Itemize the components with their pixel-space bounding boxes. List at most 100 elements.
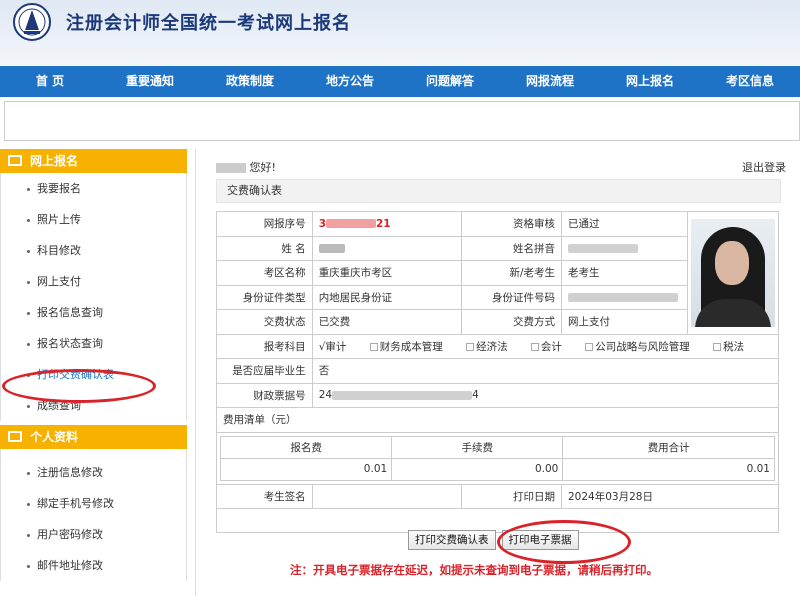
- subject-law: 经济法: [466, 341, 518, 353]
- sidebar-item-status-query[interactable]: 报名状态查询: [1, 328, 186, 359]
- site-header: 注册会计师全国统一考试网上报名: [0, 0, 800, 66]
- section-title: 交费确认表: [216, 179, 781, 203]
- id-card-icon: [8, 431, 22, 442]
- idtype-value: 内地居民身份证: [311, 284, 463, 310]
- newold-label: 新/老考生: [461, 260, 562, 286]
- nav-process[interactable]: 网报流程: [500, 66, 600, 97]
- paymethod-label: 交费方式: [461, 309, 562, 335]
- invoice-prefix: 24: [318, 389, 333, 402]
- sidebar-header-label: 网上报名: [30, 154, 79, 168]
- sidebar-item-edit-password[interactable]: 用户密码修改: [1, 519, 186, 550]
- nav-policy[interactable]: 政策制度: [200, 66, 300, 97]
- idtype-label: 身份证件类型: [216, 284, 313, 310]
- print-date-label: 打印日期: [461, 483, 562, 509]
- redacted-name: [318, 243, 345, 253]
- main-nav: 首 页 重要通知 政策制度 地方公告 问题解答 网报流程 网上报名 考区信息: [0, 66, 800, 97]
- main-panel: 您好! 退出登录 交费确认表 网报序号 3 21 资格审核 已通过 姓 名 姓名…: [195, 149, 800, 596]
- logout-link[interactable]: 退出登录: [742, 159, 786, 175]
- fee-table-cell: 报名费 手续费 费用合计 0.01 0.00 0.01: [216, 431, 779, 485]
- sidebar-header-label: 个人资料: [30, 430, 79, 444]
- paystatus-label: 交费状态: [216, 309, 313, 335]
- sidebar-item-online-pay[interactable]: 网上支付: [1, 266, 186, 297]
- sidebar-item-info-query[interactable]: 报名信息查询: [1, 297, 186, 328]
- greeting-text: 您好!: [249, 161, 276, 174]
- reg-no-suffix: 21: [376, 217, 391, 230]
- reg-no-prefix: 3: [318, 217, 326, 230]
- fee-header-total: 费用合计: [562, 435, 775, 459]
- name-label: 姓 名: [216, 235, 313, 261]
- print-confirm-button[interactable]: 打印交费确认表: [408, 530, 496, 550]
- reg-no-label: 网报序号: [216, 211, 313, 237]
- checkbox-icon: [530, 342, 539, 351]
- sidebar-item-edit-email[interactable]: 邮件地址修改: [1, 550, 186, 581]
- redacted-pinyin: [568, 243, 638, 253]
- sign-value: [311, 483, 463, 509]
- sidebar-item-subject-change[interactable]: 科目修改: [1, 235, 186, 266]
- photo-cell: [686, 211, 780, 335]
- idno-value: [561, 284, 688, 310]
- print-date-value: 2024年03月28日: [561, 483, 779, 509]
- subject-strategy: 公司战略与风险管理: [585, 341, 700, 353]
- redacted-username: [216, 163, 246, 173]
- graduate-label: 是否应届毕业生: [216, 358, 313, 384]
- checkbox-icon: [585, 342, 594, 351]
- receipt-note: 注：开具电子票据存在延迟，如提示未查询到电子票据，请稍后再打印。: [290, 563, 658, 577]
- name-value: [311, 235, 463, 261]
- review-label: 资格审核: [461, 211, 562, 237]
- fee-list-label: 费用清单（元）: [216, 407, 779, 433]
- site-title: 注册会计师全国统一考试网上报名: [66, 13, 351, 34]
- nav-local[interactable]: 地方公告: [300, 66, 400, 97]
- subject-accounting: 会计: [530, 341, 572, 353]
- banner-area: [4, 101, 800, 141]
- subject-audit: √审计: [318, 340, 347, 353]
- invoice-suffix: 4: [472, 389, 479, 402]
- fee-header-registration: 报名费: [219, 435, 393, 459]
- redacted-reg-no: [326, 219, 376, 229]
- nav-home[interactable]: 首 页: [0, 66, 100, 97]
- highlight-circle: [2, 369, 156, 403]
- fee-header-service: 手续费: [391, 435, 564, 459]
- nav-areas[interactable]: 考区信息: [700, 66, 800, 97]
- sidebar-item-edit-registration[interactable]: 注册信息修改: [1, 457, 186, 488]
- checkbox-icon: [466, 342, 475, 351]
- subjects-label: 报考科目: [216, 333, 313, 359]
- invoice-label: 财政票据号: [216, 382, 313, 408]
- subject-tax: 税法: [713, 341, 754, 353]
- checkbox-icon: [713, 342, 722, 351]
- fee-table: 报名费 手续费 费用合计 0.01 0.00 0.01: [219, 435, 775, 481]
- pinyin-label: 姓名拼音: [461, 235, 562, 261]
- blank-row: [216, 508, 779, 533]
- fee-value-total: 0.01: [562, 457, 775, 481]
- fee-value-service: 0.00: [391, 457, 564, 481]
- area-value: 重庆重庆市考区: [311, 260, 463, 286]
- invoice-value: 24 4: [311, 382, 780, 408]
- highlight-circle: [497, 520, 631, 564]
- sidebar-item-photo-upload[interactable]: 照片上传: [1, 204, 186, 235]
- subject-finance: 财务成本管理: [369, 341, 453, 353]
- reg-no-value: 3 21: [311, 211, 463, 237]
- sidebar-header-registration: 网上报名: [0, 149, 187, 173]
- nav-notices[interactable]: 重要通知: [100, 66, 200, 97]
- redacted-invoice: [332, 390, 473, 400]
- sidebar-item-apply[interactable]: 我要报名: [1, 173, 186, 204]
- candidate-photo: [690, 218, 775, 327]
- redacted-id-number: [568, 292, 678, 302]
- sidebar-item-edit-phone[interactable]: 绑定手机号修改: [1, 488, 186, 519]
- nav-faq[interactable]: 问题解答: [400, 66, 500, 97]
- greeting: 您好!: [216, 159, 276, 175]
- paymethod-value: 网上支付: [561, 309, 688, 335]
- checkbox-icon: [369, 342, 378, 351]
- review-value: 已通过: [561, 211, 688, 237]
- paystatus-value: 已交费: [311, 309, 463, 335]
- graduate-value: 否: [311, 358, 780, 384]
- seal-logo-icon: [13, 3, 51, 41]
- nav-register[interactable]: 网上报名: [600, 66, 700, 97]
- sidebar: 网上报名 我要报名 照片上传 科目修改 网上支付 报名信息查询 报名状态查询 打…: [0, 149, 187, 581]
- pinyin-value: [561, 235, 688, 261]
- confirmation-table: 网报序号 3 21 资格审核 已通过 姓 名 姓名拼音 考区名称 重庆重庆市考区…: [216, 211, 780, 533]
- sign-label: 考生签名: [216, 483, 313, 509]
- monitor-icon: [8, 155, 22, 166]
- subjects-list: √审计 财务成本管理 经济法 会计 公司战略与风险管理 税法: [311, 333, 780, 359]
- sidebar-header-profile: 个人资料: [0, 425, 187, 449]
- idno-label: 身份证件号码: [461, 284, 562, 310]
